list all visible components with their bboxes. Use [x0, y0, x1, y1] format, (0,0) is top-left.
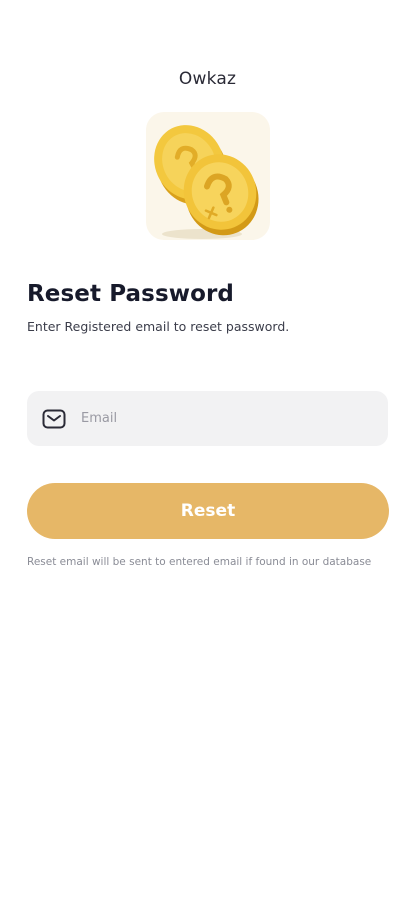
page-subtitle: Enter Registered email to reset password… — [27, 319, 290, 334]
mail-icon — [41, 408, 67, 430]
page-title: Reset Password — [27, 281, 234, 307]
reset-button[interactable]: Reset — [27, 483, 389, 539]
email-input[interactable] — [81, 411, 361, 426]
app-title: Owkaz — [178, 69, 237, 89]
app-logo — [146, 112, 270, 240]
email-field[interactable] — [27, 391, 388, 446]
gold-coins-icon — [154, 125, 259, 239]
reset-info-note: Reset email will be sent to entered emai… — [27, 556, 372, 568]
